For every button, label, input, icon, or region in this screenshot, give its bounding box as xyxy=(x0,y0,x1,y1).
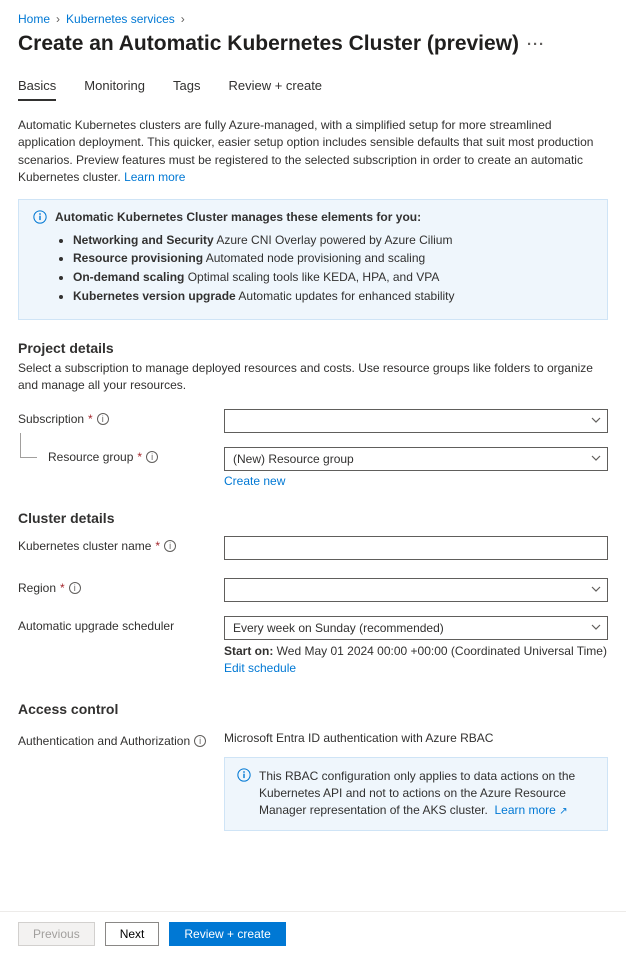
create-new-link[interactable]: Create new xyxy=(224,474,285,488)
previous-button: Previous xyxy=(18,922,95,946)
project-details-sub: Select a subscription to manage deployed… xyxy=(18,360,608,395)
cluster-name-label: Kubernetes cluster name* i xyxy=(18,536,224,553)
breadcrumb-parent[interactable]: Kubernetes services xyxy=(66,12,175,26)
info-icon[interactable]: i xyxy=(164,540,176,552)
tabs: Basics Monitoring Tags Review + create xyxy=(18,72,608,101)
project-details-heading: Project details xyxy=(18,340,608,356)
info-icon[interactable]: i xyxy=(97,413,109,425)
chevron-down-icon xyxy=(591,621,601,635)
info-box-header: Automatic Kubernetes Cluster manages the… xyxy=(55,210,421,224)
info-icon[interactable]: i xyxy=(194,735,206,747)
region-dropdown[interactable] xyxy=(224,578,608,602)
breadcrumb-home[interactable]: Home xyxy=(18,12,50,26)
rbac-learn-more-link[interactable]: Learn more ↗ xyxy=(494,803,567,817)
auth-value: Microsoft Entra ID authentication with A… xyxy=(224,731,608,745)
tab-monitoring[interactable]: Monitoring xyxy=(84,72,145,101)
info-item: On-demand scaling Optimal scaling tools … xyxy=(73,269,593,286)
info-item: Kubernetes version upgrade Automatic upd… xyxy=(73,288,593,305)
start-on-text: Start on: Wed May 01 2024 00:00 +00:00 (… xyxy=(224,644,608,658)
chevron-down-icon xyxy=(591,583,601,597)
breadcrumb: Home › Kubernetes services › xyxy=(18,12,608,26)
chevron-right-icon: › xyxy=(56,12,60,26)
subscription-dropdown[interactable] xyxy=(224,409,608,433)
next-button[interactable]: Next xyxy=(105,922,160,946)
chevron-down-icon xyxy=(591,414,601,428)
more-icon[interactable]: ··· xyxy=(527,36,545,53)
chevron-right-icon: › xyxy=(181,12,185,26)
info-icon xyxy=(237,768,251,782)
upgrade-scheduler-label: Automatic upgrade scheduler xyxy=(18,616,224,633)
rbac-info-box: This RBAC configuration only applies to … xyxy=(224,757,608,831)
info-item: Networking and Security Azure CNI Overla… xyxy=(73,232,593,249)
tab-review-create[interactable]: Review + create xyxy=(228,72,322,101)
edit-schedule-link[interactable]: Edit schedule xyxy=(224,661,296,675)
external-link-icon: ↗ xyxy=(559,806,567,817)
info-icon[interactable]: i xyxy=(146,451,158,463)
tab-tags[interactable]: Tags xyxy=(173,72,200,101)
resource-group-label: Resource group* i xyxy=(48,447,224,464)
upgrade-scheduler-dropdown[interactable]: Every week on Sunday (recommended) xyxy=(224,616,608,640)
cluster-details-heading: Cluster details xyxy=(18,510,608,526)
chevron-down-icon xyxy=(591,452,601,466)
auth-label: Authentication and Authorization i xyxy=(18,731,224,748)
learn-more-link[interactable]: Learn more xyxy=(124,170,185,184)
resource-group-dropdown[interactable]: (New) Resource group xyxy=(224,447,608,471)
footer: Previous Next Review + create xyxy=(0,911,626,956)
subscription-label: Subscription* i xyxy=(18,409,224,426)
intro-text: Automatic Kubernetes clusters are fully … xyxy=(18,117,608,187)
review-create-button[interactable]: Review + create xyxy=(169,922,285,946)
page-title: Create an Automatic Kubernetes Cluster (… xyxy=(18,32,608,56)
info-icon[interactable]: i xyxy=(69,582,81,594)
info-box: Automatic Kubernetes Cluster manages the… xyxy=(18,199,608,320)
info-icon xyxy=(33,210,47,224)
info-item: Resource provisioning Automated node pro… xyxy=(73,250,593,267)
tab-basics[interactable]: Basics xyxy=(18,72,56,101)
region-label: Region* i xyxy=(18,578,224,595)
cluster-name-input[interactable] xyxy=(224,536,608,560)
access-control-heading: Access control xyxy=(18,701,608,717)
